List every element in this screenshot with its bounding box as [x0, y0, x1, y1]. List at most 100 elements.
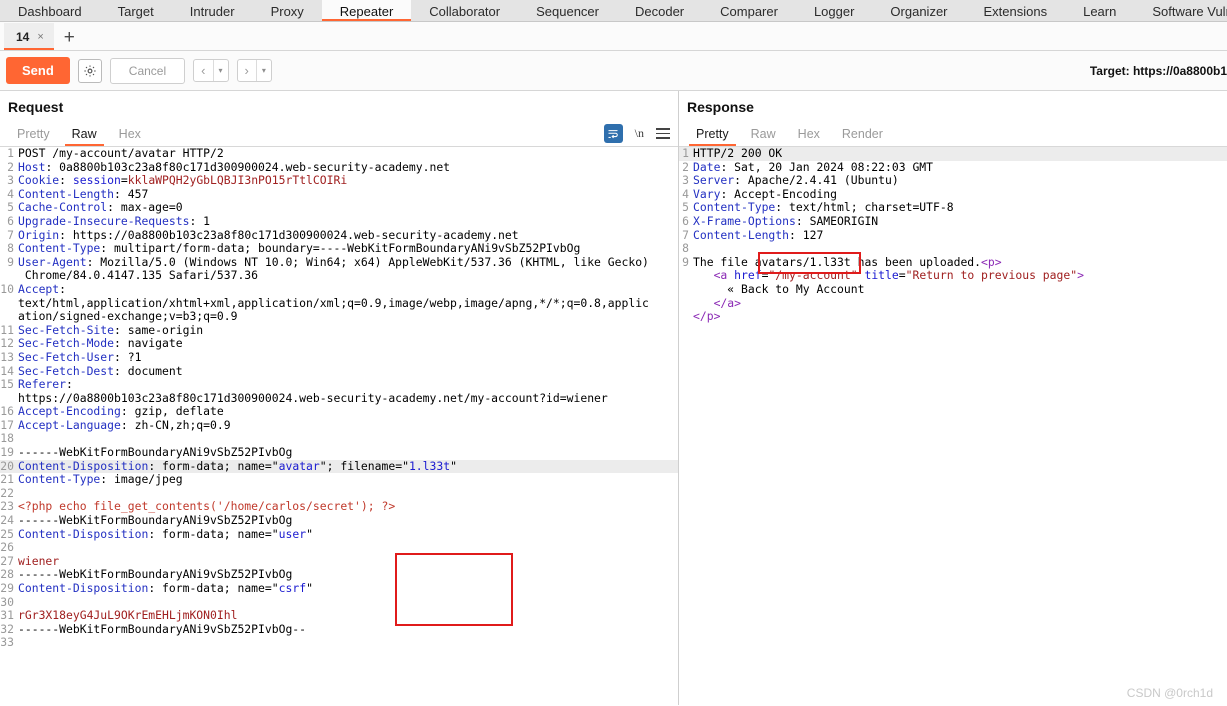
- line-number: 22: [0, 486, 14, 500]
- request-response-split: Request \n Pretty Raw Hex 1 POST /my-accoun…: [0, 91, 1227, 705]
- code-text: The file avatars/1.l33t has been uploade…: [693, 254, 1002, 269]
- code-text: « Back to My Account: [693, 281, 865, 296]
- code-line: 24 ------WebKitFormBoundaryANi9vSbZ52PIvb…: [0, 513, 678, 528]
- line-number: 2: [682, 160, 689, 174]
- main-tab-collaborator[interactable]: Collaborator: [411, 0, 518, 21]
- gear-icon[interactable]: [77, 58, 102, 83]
- newline-toggle[interactable]: \n: [635, 126, 644, 141]
- repeater-tab-strip: 14 × +: [0, 22, 1227, 51]
- code-line: 1 HTTP/2 200 OK: [679, 147, 1227, 161]
- code-text: ------WebKitFormBoundaryANi9vSbZ52PIvbOg: [18, 567, 293, 582]
- main-tab-decoder[interactable]: Decoder: [617, 0, 702, 21]
- code-text: Accept-Language: zh-CN,zh;q=0.9: [18, 417, 231, 432]
- main-tab-sequencer[interactable]: Sequencer: [518, 0, 617, 21]
- code-line: 4 Content-Length: 457: [0, 187, 678, 202]
- main-tab-intruder[interactable]: Intruder: [172, 0, 253, 21]
- code-text: ------WebKitFormBoundaryANi9vSbZ52PIvbOg: [18, 445, 293, 460]
- chevron-down-icon[interactable]: ▾: [257, 66, 271, 75]
- code-text: wiener: [18, 553, 60, 568]
- line-number: 3: [682, 174, 689, 188]
- line-number: 20: [0, 459, 14, 473]
- code-text: Host: 0a8800b103c23a8f80c171d300900024.w…: [18, 159, 451, 174]
- code-line: 9 The file avatars/1.l33t has been upload…: [679, 254, 1227, 270]
- main-tab-label: Comparer: [720, 4, 778, 19]
- close-icon[interactable]: ×: [37, 31, 43, 43]
- main-tab-proxy[interactable]: Proxy: [253, 0, 322, 21]
- main-tab-comparer[interactable]: Comparer: [702, 0, 796, 21]
- main-tab-repeater[interactable]: Repeater: [321, 0, 412, 21]
- chevron-down-icon[interactable]: ▾: [214, 66, 228, 75]
- code-line: 32 ------WebKitFormBoundaryANi9vSbZ52PIvb…: [0, 622, 678, 637]
- code-line: 3 Server: Apache/2.4.41 (Ubuntu): [679, 173, 1227, 188]
- response-editor[interactable]: 1 HTTP/2 200 OK 2 Date: Sat, 20 Jan 2024 08…: [679, 147, 1227, 692]
- request-editor[interactable]: 1 POST /my-account/avatar HTTP/2 2 Host: 0a…: [0, 147, 678, 692]
- cancel-button[interactable]: Cancel: [109, 57, 186, 84]
- code-text: Sec-Fetch-Mode: navigate: [18, 336, 183, 351]
- line-number: 8: [682, 242, 689, 256]
- code-line: 8 Content-Type: multipart/form-data; boun…: [0, 241, 678, 256]
- repeater-tab-14[interactable]: 14 ×: [4, 23, 54, 50]
- code-text: </p>: [693, 309, 721, 324]
- code-line: 18: [0, 432, 678, 446]
- next-request-button[interactable]: › ▾: [236, 59, 272, 82]
- main-tab-extensions[interactable]: Extensions: [966, 0, 1066, 21]
- main-tab-label: Intruder: [189, 4, 235, 19]
- line-number: 21: [0, 473, 14, 487]
- code-line: 15 Referer:: [0, 377, 678, 392]
- response-tab-render[interactable]: Render: [831, 127, 894, 146]
- code-text: Content-Disposition: form-data; name="us…: [18, 526, 313, 541]
- code-text: https://0a8800b103c23a8f80c171d300900024…: [18, 390, 608, 405]
- line-number: 8: [7, 242, 14, 256]
- response-tab-raw[interactable]: Raw: [740, 127, 787, 146]
- main-tab-logger[interactable]: Logger: [796, 0, 872, 21]
- main-tab-software-vulnerability-s[interactable]: Software Vulnerability S: [1134, 0, 1227, 21]
- line-number: 12: [0, 337, 14, 351]
- chevron-right-icon: ›: [244, 63, 249, 78]
- code-line: 3 Cookie: session=kklaWPQH2yGbLQBJI3nPO15…: [0, 173, 678, 188]
- code-line: 11 Sec-Fetch-Site: same-origin: [0, 323, 678, 338]
- main-tab-target[interactable]: Target: [100, 0, 172, 21]
- send-button[interactable]: Send: [6, 57, 70, 84]
- main-tab-organizer[interactable]: Organizer: [872, 0, 965, 21]
- line-number: 24: [0, 514, 14, 528]
- line-number: 26: [0, 541, 14, 555]
- code-text: rGr3X18eyG4JuL9OKrEmEHLjmKON0Ihl: [18, 608, 238, 623]
- response-tab-pretty[interactable]: Pretty: [685, 127, 740, 146]
- code-text: <a href="/my-account" title="Return to p…: [713, 268, 1084, 283]
- code-line: 21 Content-Type: image/jpeg: [0, 472, 678, 487]
- main-tab-label: Organizer: [890, 4, 948, 19]
- request-tab-pretty[interactable]: Pretty: [6, 127, 61, 146]
- code-line: <a href="/my-account" title="Return to p…: [679, 269, 1227, 283]
- code-text: ------WebKitFormBoundaryANi9vSbZ52PIvbOg: [18, 513, 293, 528]
- request-tab-raw[interactable]: Raw: [61, 127, 108, 146]
- main-tab-label: Dashboard: [18, 4, 82, 19]
- burp-suite-window: Dashboard Target Intruder Proxy Repeater Coll…: [0, 0, 1227, 706]
- code-line: 31 rGr3X18eyG4JuL9OKrEmEHLjmKON0Ihl: [0, 608, 678, 623]
- previous-request-button[interactable]: ‹ ▾: [193, 59, 229, 82]
- code-line: 8: [679, 242, 1227, 256]
- code-line: 5 Cache-Control: max-age=0: [0, 201, 678, 215]
- code-line: </p>: [679, 309, 1227, 324]
- request-pane: Request \n Pretty Raw Hex 1 POST /my-accoun…: [0, 91, 679, 705]
- watermark: CSDN @0rch1d: [1126, 686, 1213, 700]
- code-line: 6 X-Frame-Options: SAMEORIGIN: [679, 213, 1227, 229]
- main-tab-label: Target: [117, 4, 154, 19]
- code-line: 25 Content-Disposition: form-data; name="…: [0, 526, 678, 542]
- response-tab-hex[interactable]: Hex: [787, 127, 831, 146]
- hamburger-menu-icon[interactable]: [656, 128, 670, 139]
- code-text: Server: Apache/2.4.41 (Ubuntu): [693, 173, 899, 188]
- code-line: 13 Sec-Fetch-User: ?1: [0, 350, 678, 365]
- main-tab-learn[interactable]: Learn: [1065, 0, 1134, 21]
- main-tab-dashboard[interactable]: Dashboard: [0, 0, 100, 21]
- code-text: Referer:: [18, 377, 73, 392]
- new-tab-button[interactable]: +: [54, 28, 85, 50]
- code-line: https://0a8800b103c23a8f80c171d300900024…: [0, 390, 678, 406]
- code-text: X-Frame-Options: SAMEORIGIN: [693, 213, 879, 228]
- request-tab-hex[interactable]: Hex: [108, 127, 152, 146]
- line-number: 7: [682, 228, 689, 242]
- line-number: 13: [0, 350, 14, 364]
- code-text: Date: Sat, 20 Jan 2024 08:22:03 GMT: [693, 159, 934, 174]
- code-line: 9 User-Agent: Mozilla/5.0 (Windows NT 10.…: [0, 255, 678, 270]
- word-wrap-icon[interactable]: [603, 124, 623, 143]
- line-number: 7: [7, 228, 14, 242]
